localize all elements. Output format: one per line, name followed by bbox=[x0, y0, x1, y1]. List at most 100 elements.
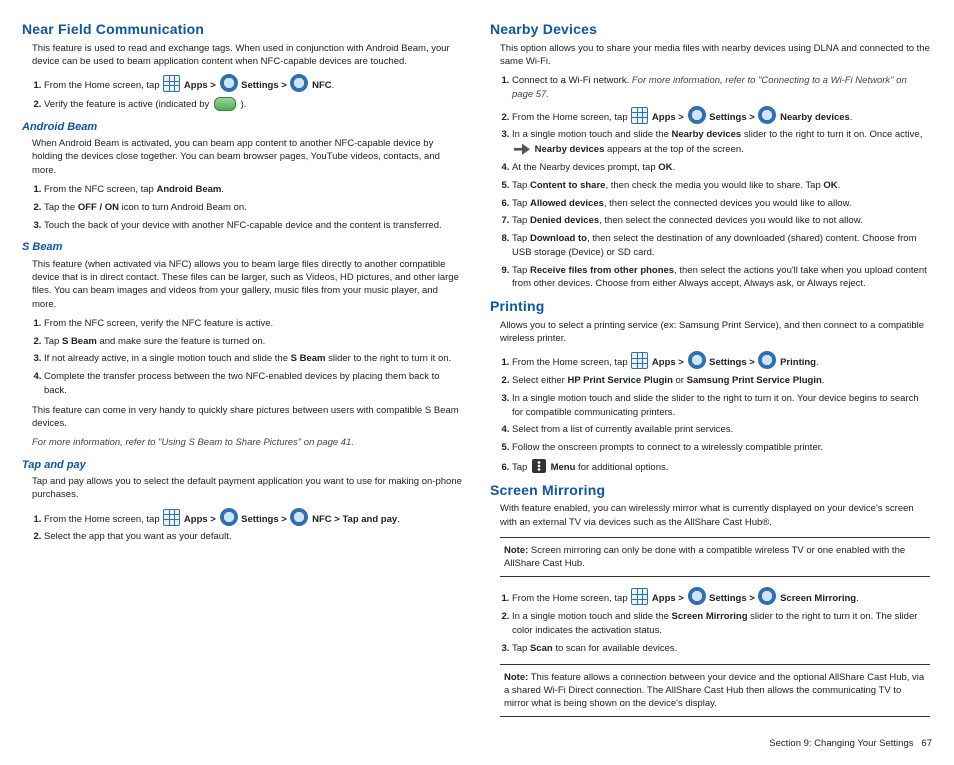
text: for additional options. bbox=[575, 462, 668, 473]
list-item: Connect to a Wi-Fi network. For more inf… bbox=[512, 74, 930, 102]
share-icon bbox=[514, 142, 530, 156]
text: or bbox=[673, 375, 687, 386]
text: to scan for available devices. bbox=[553, 643, 678, 654]
list-item: Select the app that you want as your def… bbox=[44, 530, 462, 544]
apps-icon bbox=[163, 75, 180, 92]
list-item: From the Home screen, tap Apps > Setting… bbox=[512, 351, 930, 370]
list-item: Tap S Beam and make sure the feature is … bbox=[44, 335, 462, 349]
text: ). bbox=[241, 99, 247, 110]
mirror-steps: From the Home screen, tap Apps > Setting… bbox=[512, 587, 930, 655]
bold: Denied devices bbox=[530, 215, 599, 226]
bold: HP Print Service Plugin bbox=[567, 375, 672, 386]
list-item: Complete the transfer process between th… bbox=[44, 370, 462, 398]
abeam-steps: From the NFC screen, tap Android Beam. T… bbox=[44, 183, 462, 232]
text: From the NFC screen, tap bbox=[44, 184, 156, 195]
sbeam-steps: From the NFC screen, verify the NFC feat… bbox=[44, 317, 462, 398]
footer-section: Section 9: Changing Your Settings bbox=[769, 738, 913, 749]
list-item: Tap Receive files from other phones, the… bbox=[512, 264, 930, 292]
bold: Nearby devices bbox=[535, 144, 605, 155]
left-column: Near Field Communication This feature is… bbox=[22, 14, 462, 727]
settings-label: Settings > bbox=[709, 593, 757, 604]
text: icon to turn Android Beam on. bbox=[119, 202, 247, 213]
text: Select either bbox=[512, 375, 567, 386]
settings-label: Settings > bbox=[709, 357, 757, 368]
text: Tap bbox=[512, 462, 530, 473]
heading-printing: Printing bbox=[490, 297, 930, 317]
text: Tap the bbox=[44, 202, 78, 213]
mirror-label: Screen Mirroring bbox=[780, 593, 856, 604]
text: From the Home screen, tap bbox=[512, 593, 630, 604]
text: , then select the connected devices you … bbox=[599, 215, 863, 226]
bold: Allowed devices bbox=[530, 198, 604, 209]
text: appears at the top of the screen. bbox=[604, 144, 743, 155]
list-item: Tap Download to, then select the destina… bbox=[512, 232, 930, 260]
nfc-steps: From the Home screen, tap Apps > Setting… bbox=[44, 74, 462, 112]
nfc-icon bbox=[290, 508, 308, 526]
list-item: From the Home screen, tap Apps > Setting… bbox=[44, 508, 462, 527]
on-indicator-icon bbox=[214, 97, 236, 111]
bold: Scan bbox=[530, 643, 553, 654]
heading-mirror: Screen Mirroring bbox=[490, 481, 930, 501]
bold: Content to share bbox=[530, 180, 605, 191]
nearby-intro: This option allows you to share your med… bbox=[500, 42, 930, 69]
bold: S Beam bbox=[291, 353, 326, 364]
bold: Menu bbox=[551, 462, 576, 473]
tap-intro: Tap and pay allows you to select the def… bbox=[32, 475, 462, 502]
list-item: Select either HP Print Service Plugin or… bbox=[512, 374, 930, 388]
heading-nearby: Nearby Devices bbox=[490, 20, 930, 40]
heading-nfc: Near Field Communication bbox=[22, 20, 462, 40]
note-label: Note: bbox=[504, 545, 528, 556]
list-item: Tap Menu for additional options. bbox=[512, 459, 930, 475]
bold: Nearby devices bbox=[672, 129, 742, 140]
menu-icon bbox=[532, 459, 546, 473]
list-item: If not already active, in a single motio… bbox=[44, 352, 462, 366]
text: At the Nearby devices prompt, tap bbox=[512, 162, 658, 173]
page-body: Near Field Communication This feature is… bbox=[0, 0, 954, 731]
text: Tap bbox=[512, 265, 530, 276]
list-item: Select from a list of currently availabl… bbox=[512, 423, 930, 437]
bold: Download to bbox=[530, 233, 587, 244]
list-item: From the Home screen, tap Apps > Setting… bbox=[44, 74, 462, 93]
text: and make sure the feature is turned on. bbox=[97, 336, 265, 347]
printing-steps: From the Home screen, tap Apps > Setting… bbox=[512, 351, 930, 474]
heading-tap-pay: Tap and pay bbox=[22, 458, 462, 473]
text: Tap bbox=[512, 215, 530, 226]
apps-icon bbox=[163, 509, 180, 526]
list-item: From the Home screen, tap Apps > Setting… bbox=[512, 587, 930, 606]
text: From the Home screen, tap bbox=[512, 112, 630, 123]
printing-icon bbox=[758, 351, 776, 369]
list-item: Tap Allowed devices, then select the con… bbox=[512, 197, 930, 211]
bold: S Beam bbox=[62, 336, 97, 347]
apps-label: Apps > bbox=[652, 112, 687, 123]
text: In a single motion touch and slide the bbox=[512, 129, 672, 140]
apps-label: Apps > bbox=[184, 514, 219, 525]
nearby-steps: Connect to a Wi-Fi network. For more inf… bbox=[512, 74, 930, 291]
right-column: Nearby Devices This option allows you to… bbox=[490, 14, 930, 727]
nearby-label: Nearby devices bbox=[780, 112, 850, 123]
list-item: From the NFC screen, tap Android Beam. bbox=[44, 183, 462, 197]
note-label: Note: bbox=[504, 672, 528, 683]
list-item: Tap Denied devices, then select the conn… bbox=[512, 214, 930, 228]
apps-icon bbox=[631, 107, 648, 124]
sbeam-ref: For more information, refer to "Using S … bbox=[32, 436, 462, 449]
bold: Screen Mirroring bbox=[672, 611, 748, 622]
page-footer: Section 9: Changing Your Settings 67 bbox=[0, 731, 954, 764]
text: Tap bbox=[512, 180, 530, 191]
text: From the Home screen, tap bbox=[44, 80, 162, 91]
nearby-icon bbox=[758, 106, 776, 124]
printing-intro: Allows you to select a printing service … bbox=[500, 319, 930, 346]
text: Connect to a Wi-Fi network. bbox=[512, 75, 632, 86]
bold: OFF / ON bbox=[78, 202, 119, 213]
note-text: This feature allows a connection between… bbox=[504, 672, 924, 710]
list-item: Touch the back of your device with anoth… bbox=[44, 219, 462, 233]
note-box-2: Note: This feature allows a connection b… bbox=[500, 664, 930, 718]
heading-sbeam: S Beam bbox=[22, 240, 462, 255]
text: Tap bbox=[44, 336, 62, 347]
list-item: Tap the OFF / ON icon to turn Android Be… bbox=[44, 201, 462, 215]
apps-label: Apps > bbox=[184, 80, 219, 91]
settings-icon bbox=[688, 351, 706, 369]
list-item: Verify the feature is active (indicated … bbox=[44, 97, 462, 112]
mirror-intro: With feature enabled, you can wirelessly… bbox=[500, 502, 930, 529]
text: , then select the connected devices you … bbox=[604, 198, 852, 209]
nfc-intro: This feature is used to read and exchang… bbox=[32, 42, 462, 69]
